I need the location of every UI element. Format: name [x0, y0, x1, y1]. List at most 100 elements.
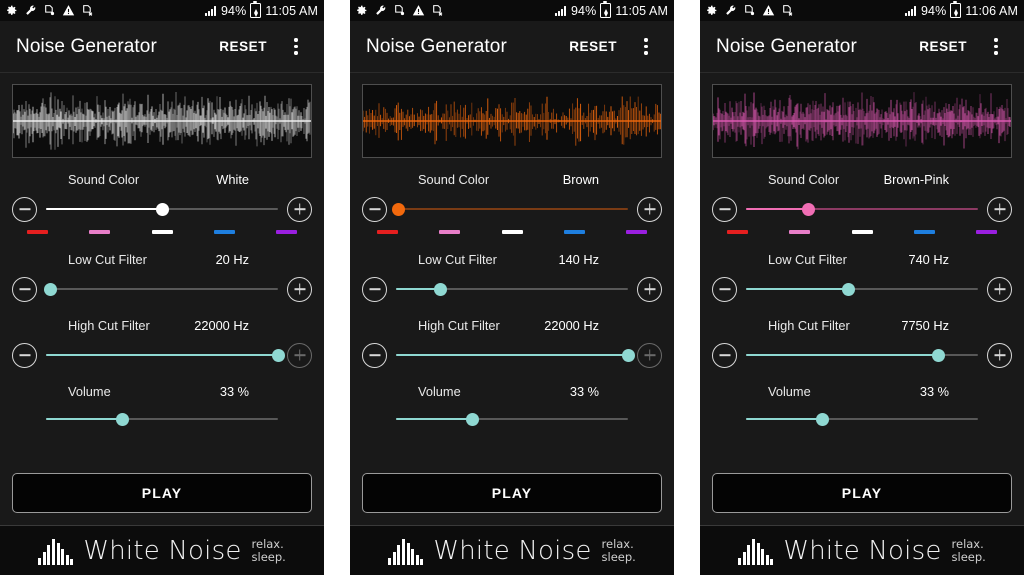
- high-cut-slider[interactable]: [746, 342, 978, 368]
- high-cut-increment-button[interactable]: [987, 342, 1012, 368]
- sound-color-decrement-button[interactable]: [12, 196, 37, 222]
- volume-section: Volume 33 %: [362, 384, 662, 432]
- white-noise-brand-bar: White Noise relax. sleep.: [700, 525, 1024, 575]
- low-cut-filter-section: Low Cut Filter 740 Hz: [712, 252, 1012, 304]
- volume-slider[interactable]: [746, 406, 978, 432]
- panel-separator: [324, 0, 350, 575]
- sound-color-increment-button[interactable]: [637, 196, 662, 222]
- volume-slider[interactable]: [46, 406, 278, 432]
- brand-tagline: relax. sleep.: [602, 537, 636, 564]
- clock: 11:06 AM: [965, 3, 1018, 18]
- low-cut-decrement-button[interactable]: [12, 276, 37, 302]
- sound-color-decrement-button[interactable]: [712, 196, 737, 222]
- high-cut-increment-button[interactable]: [637, 342, 662, 368]
- low-cut-increment-button[interactable]: [637, 276, 662, 302]
- sound-color-swatches: [721, 227, 1003, 238]
- status-bar-right: 94% 11:05 AM: [554, 1, 668, 18]
- high-cut-value: 7750 Hz: [901, 318, 949, 333]
- play-button[interactable]: PLAY: [362, 473, 662, 513]
- sound-color-slider[interactable]: [391, 196, 628, 222]
- brand-tagline-line2: sleep.: [251, 549, 286, 564]
- low-cut-decrement-button[interactable]: [362, 276, 387, 302]
- status-bar: 94% 11:05 AM: [350, 0, 674, 21]
- wrench-icon: [24, 4, 37, 17]
- document-sync-icon: [43, 4, 56, 17]
- sound-color-swatches: [371, 227, 653, 238]
- wrench-icon: [724, 4, 737, 17]
- overflow-menu-icon[interactable]: [280, 33, 316, 61]
- sound-color-swatch-violet: [625, 230, 647, 234]
- gear-icon: [355, 4, 368, 17]
- sound-color-swatch-pink: [439, 230, 461, 234]
- document-sync-icon: [743, 4, 756, 17]
- sound-color-swatch-red: [727, 230, 749, 234]
- high-cut-slider[interactable]: [46, 342, 285, 368]
- low-cut-increment-button[interactable]: [987, 276, 1012, 302]
- reset-button[interactable]: RESET: [910, 31, 976, 62]
- low-cut-slider[interactable]: [746, 276, 978, 302]
- high-cut-filter-section: High Cut Filter 7750 Hz: [712, 318, 1012, 370]
- sound-color-value: White: [216, 172, 249, 187]
- sound-color-label: Sound Color: [418, 172, 490, 187]
- high-cut-decrement-button[interactable]: [362, 342, 387, 368]
- status-bar-left-icons: [5, 4, 94, 17]
- low-cut-increment-button[interactable]: [287, 276, 312, 302]
- play-button[interactable]: PLAY: [12, 473, 312, 513]
- high-cut-decrement-button[interactable]: [712, 342, 737, 368]
- phone-screen: 94% 11:05 AM Noise Generator RESET Sound…: [0, 0, 324, 575]
- sound-color-slider[interactable]: [746, 196, 978, 222]
- sound-color-decrement-button[interactable]: [362, 196, 387, 222]
- three-phone-screenshots: 94% 11:05 AM Noise Generator RESET Sound…: [0, 0, 1024, 575]
- panel-separator: [674, 0, 700, 575]
- volume-label: Volume: [768, 384, 811, 399]
- high-cut-increment-button[interactable]: [287, 342, 312, 368]
- status-bar: 94% 11:06 AM: [700, 0, 1024, 21]
- brand-name: White Noise: [83, 535, 242, 566]
- status-bar-right: 94% 11:06 AM: [904, 1, 1018, 18]
- sound-color-increment-button[interactable]: [287, 196, 312, 222]
- volume-slider[interactable]: [396, 406, 628, 432]
- controls-area: Sound Color Brown-Pink Low Cut Filter 74…: [700, 73, 1024, 525]
- low-cut-label: Low Cut Filter: [768, 252, 847, 267]
- low-cut-filter-section: Low Cut Filter 20 Hz: [12, 252, 312, 304]
- signal-bars-icon: [904, 5, 916, 16]
- document-error-icon: [781, 4, 794, 17]
- battery-percent: 94%: [920, 3, 947, 18]
- high-cut-value: 22000 Hz: [194, 318, 249, 333]
- high-cut-filter-section: High Cut Filter 22000 Hz: [362, 318, 662, 370]
- brand-tagline: relax. sleep.: [951, 536, 986, 564]
- volume-section: Volume 33 %: [12, 384, 312, 432]
- phone-screen: 94% 11:05 AM Noise Generator RESET Sound…: [350, 0, 674, 575]
- sound-color-value: Brown-Pink: [883, 172, 949, 187]
- low-cut-slider[interactable]: [396, 276, 628, 302]
- sound-color-swatch-blue: [213, 230, 235, 234]
- app-bar: Noise Generator RESET: [350, 21, 674, 73]
- reset-button[interactable]: RESET: [210, 31, 276, 62]
- warning-triangle-icon: [762, 4, 775, 17]
- status-bar-left-icons: [705, 4, 794, 17]
- volume-value: 33 %: [919, 384, 949, 399]
- low-cut-decrement-button[interactable]: [712, 276, 737, 302]
- sound-color-section: Sound Color Brown-Pink: [712, 172, 1012, 238]
- play-button[interactable]: PLAY: [712, 473, 1012, 513]
- overflow-menu-icon[interactable]: [630, 33, 666, 61]
- sound-color-increment-button[interactable]: [987, 196, 1012, 222]
- sound-color-swatch-violet: [275, 230, 297, 234]
- status-bar: 94% 11:05 AM: [0, 0, 324, 21]
- low-cut-slider[interactable]: [44, 276, 278, 302]
- high-cut-slider[interactable]: [396, 342, 635, 368]
- brand-name: White Noise: [433, 535, 592, 566]
- overflow-menu-icon[interactable]: [980, 33, 1016, 61]
- signal-bars-icon: [204, 5, 216, 16]
- gear-icon: [705, 4, 718, 17]
- battery-percent: 94%: [570, 3, 597, 18]
- document-error-icon: [81, 4, 94, 17]
- sound-color-label: Sound Color: [768, 172, 840, 187]
- battery-charging-icon: [600, 1, 612, 18]
- sound-color-swatch-white: [851, 230, 873, 234]
- brand-tagline-line1: relax.: [951, 536, 984, 551]
- low-cut-value: 20 Hz: [215, 252, 249, 267]
- sound-color-slider[interactable]: [46, 196, 278, 222]
- high-cut-decrement-button[interactable]: [12, 342, 37, 368]
- reset-button[interactable]: RESET: [560, 31, 626, 62]
